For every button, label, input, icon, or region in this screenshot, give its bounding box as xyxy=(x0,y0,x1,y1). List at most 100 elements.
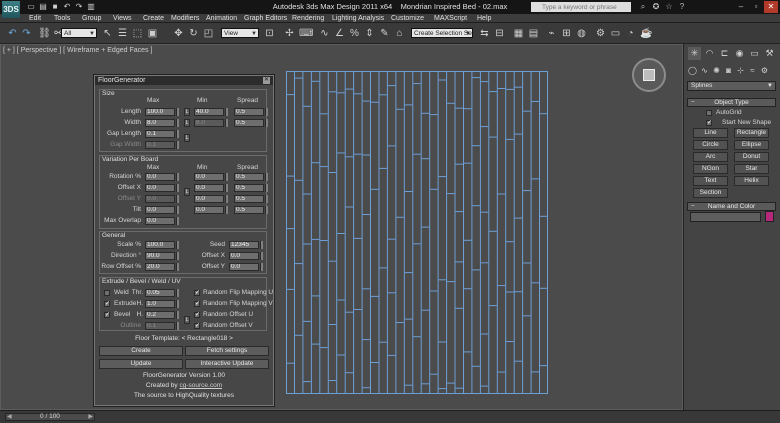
length-spread-input[interactable]: 0.5 xyxy=(234,108,264,116)
length-spread-spinner[interactable] xyxy=(265,108,268,116)
rectangular-selection-icon[interactable]: ⬚ xyxy=(131,27,144,40)
general-offset-y-spinner[interactable] xyxy=(260,263,263,271)
offset-y-spread-input[interactable]: 0.5 xyxy=(234,195,264,203)
help-icon[interactable]: ? xyxy=(677,2,687,12)
systems-icon[interactable]: ⚙ xyxy=(759,65,770,76)
menu-animation[interactable]: Animation xyxy=(206,14,237,23)
width-spread-input[interactable]: 0.5 xyxy=(234,119,264,127)
ellipse-button[interactable]: Ellipse xyxy=(734,140,769,150)
rotation-min-input[interactable]: 0.0 xyxy=(194,173,224,181)
keyboard-shortcut-icon[interactable]: ⌨ xyxy=(299,27,313,40)
length-max-input[interactable]: 100.0 xyxy=(145,108,175,116)
menu-create[interactable]: Create xyxy=(143,14,164,23)
weld-threshold-input[interactable]: 0.05 xyxy=(145,289,175,297)
star-button[interactable]: Star xyxy=(734,164,769,174)
direction-input[interactable]: 90.0 xyxy=(145,252,175,260)
time-slider[interactable]: ◀ 0 / 100 ▶ xyxy=(5,413,95,421)
menu-help[interactable]: Help xyxy=(477,14,491,23)
offset-lock-button[interactable]: L xyxy=(184,188,190,196)
row-offset-input[interactable]: 20.0 xyxy=(145,263,175,271)
start-new-shape-checkbox[interactable]: ✓ xyxy=(706,120,712,126)
layer-manager-icon[interactable]: ▦ xyxy=(512,27,525,40)
menu-modifiers[interactable]: Modifiers xyxy=(171,14,199,23)
edit-named-selection-icon[interactable]: ✎ xyxy=(378,27,391,40)
gap-width-input[interactable]: 0.1 xyxy=(145,141,175,149)
width-spread-spinner[interactable] xyxy=(265,119,268,127)
render-iterative-icon[interactable]: ☕ xyxy=(640,27,653,40)
length-lock-button[interactable]: L xyxy=(184,108,190,116)
align-icon[interactable]: ⊟ xyxy=(493,27,506,40)
menu-rendering[interactable]: Rendering xyxy=(292,14,324,23)
render-setup-icon[interactable]: ⚙ xyxy=(594,27,607,40)
object-color-swatch[interactable] xyxy=(765,211,774,222)
utilities-tab-icon[interactable]: ⚒ xyxy=(763,47,776,60)
width-min-input[interactable]: 8.0 xyxy=(194,119,224,127)
curve-editor-icon[interactable]: ⌁ xyxy=(545,27,558,40)
random-offset-u-checkbox[interactable]: ✓ xyxy=(194,312,200,318)
cameras-icon[interactable]: ◙ xyxy=(723,65,734,76)
gap-lock-button[interactable]: L xyxy=(184,134,190,142)
object-name-input[interactable] xyxy=(690,212,761,222)
shapes-icon[interactable]: ∿ xyxy=(699,65,710,76)
scale-spinner[interactable] xyxy=(176,241,179,249)
max-overlap-spinner[interactable] xyxy=(176,217,179,225)
create-tab-icon[interactable]: ✳ xyxy=(688,47,701,60)
update-button[interactable]: Update xyxy=(99,359,183,369)
width-max-input[interactable]: 8.0 xyxy=(145,119,175,127)
width-lock-button[interactable]: L xyxy=(184,119,190,127)
max-overlap-input[interactable]: 0.0 xyxy=(145,217,175,225)
selection-filter-dropdown[interactable]: All ▼ xyxy=(61,28,97,38)
subscription-icon[interactable]: ✪ xyxy=(651,2,661,12)
pivot-center-icon[interactable]: ⊡ xyxy=(263,27,276,40)
autogrid-checkbox[interactable] xyxy=(706,110,712,116)
general-offset-x-input[interactable]: 0.0 xyxy=(229,252,259,260)
offset-y-max-spinner[interactable] xyxy=(176,195,179,203)
random-flip-v-checkbox[interactable]: ✓ xyxy=(194,301,200,307)
floorgenerator-title[interactable]: FloorGenerator xyxy=(95,76,273,85)
select-object-icon[interactable]: ↖ xyxy=(101,27,114,40)
menu-lighting-analysis[interactable]: Lighting Analysis xyxy=(332,14,384,23)
interactive-update-button[interactable]: Interactive Update xyxy=(185,359,269,369)
minimize-button[interactable]: – xyxy=(734,1,748,13)
select-by-name-icon[interactable]: ☰ xyxy=(116,27,129,40)
length-min-spinner[interactable] xyxy=(225,108,228,116)
percent-snap-icon[interactable]: % xyxy=(348,27,361,40)
seed-input[interactable]: 12345 xyxy=(229,241,259,249)
named-selection-icon[interactable]: ⌂ xyxy=(393,27,406,40)
line-button[interactable]: Line xyxy=(693,128,728,138)
create-button[interactable]: Create xyxy=(99,346,183,356)
random-offset-v-checkbox[interactable]: ✓ xyxy=(194,323,200,329)
menu-graph-editors[interactable]: Graph Editors xyxy=(244,14,287,23)
select-link-icon[interactable]: ⛓ xyxy=(38,27,51,40)
redo-toolbar-icon[interactable]: ↷ xyxy=(20,27,33,40)
geometry-icon[interactable]: ◯ xyxy=(687,65,698,76)
spinner-snap-icon[interactable]: ⇕ xyxy=(363,27,376,40)
rotation-spread-spinner[interactable] xyxy=(265,173,268,181)
time-slider-next-icon[interactable]: ▶ xyxy=(88,414,93,420)
text-button[interactable]: Text xyxy=(693,176,728,186)
donut-button[interactable]: Donut xyxy=(734,152,769,162)
render-production-icon[interactable]: ◔ xyxy=(624,27,637,40)
section-button[interactable]: Section xyxy=(693,188,728,198)
select-manipulate-icon[interactable]: ✢ xyxy=(283,27,296,40)
offset-y-min-spinner[interactable] xyxy=(225,195,228,203)
gap-length-spinner[interactable] xyxy=(176,130,179,138)
close-icon[interactable]: ✕ xyxy=(263,77,270,84)
rotation-max-input[interactable]: 0.0 xyxy=(145,173,175,181)
star-icon[interactable]: ☆ xyxy=(664,2,674,12)
time-slider-prev-icon[interactable]: ◀ xyxy=(7,414,12,420)
random-flip-u-checkbox[interactable]: ✓ xyxy=(194,290,200,296)
offset-x-max-spinner[interactable] xyxy=(176,184,179,192)
rotate-icon[interactable]: ↻ xyxy=(187,27,200,40)
row-offset-spinner[interactable] xyxy=(176,263,179,271)
mirror-icon[interactable]: ⇆ xyxy=(478,27,491,40)
tilt-min-input[interactable]: 0.0 xyxy=(194,206,224,214)
length-min-input[interactable]: 40.0 xyxy=(194,108,224,116)
offset-x-spread-input[interactable]: 0.5 xyxy=(234,184,264,192)
extrude-checkbox[interactable]: ✓ xyxy=(104,301,110,307)
named-selection-set-dropdown[interactable]: Create Selection Se ▼ xyxy=(411,28,473,38)
modify-tab-icon[interactable]: ◠ xyxy=(703,47,716,60)
menu-maxscript[interactable]: MAXScript xyxy=(434,14,467,23)
offset-y-max-input[interactable]: 0.0 xyxy=(145,195,175,203)
bevel-lock-button[interactable]: L xyxy=(184,316,190,324)
